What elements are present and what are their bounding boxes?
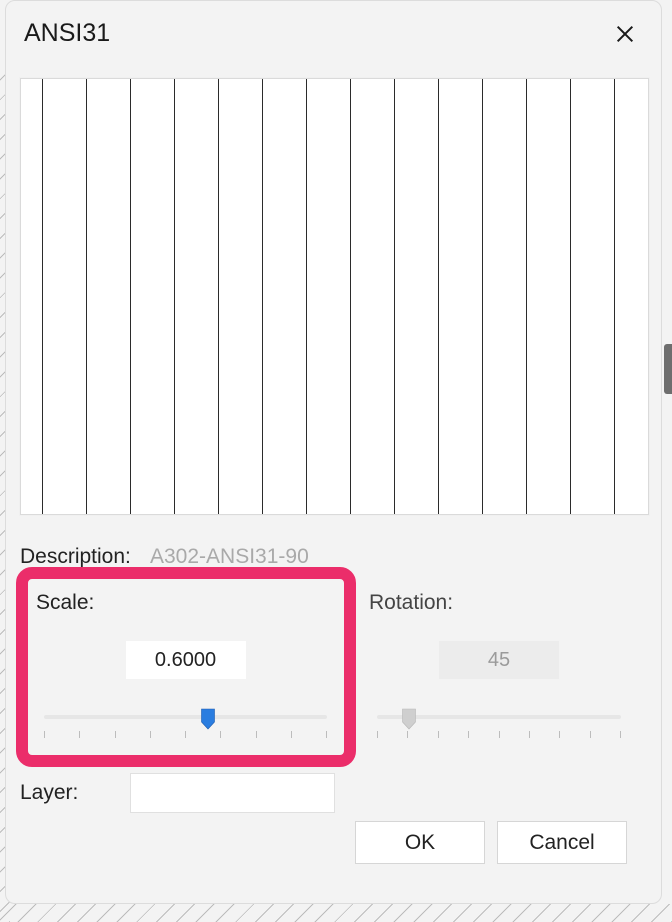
ok-button[interactable]: OK [355,821,485,864]
layer-label: Layer: [20,781,130,805]
description-label: Description: [20,545,150,569]
rotation-slider-ticks [377,731,621,739]
scale-label: Scale: [36,591,335,615]
dialog-body: Description: A302-ANSI31-90 Scale: [6,66,661,903]
scale-column: Scale: [20,581,353,755]
dialog-title: ANSI31 [24,19,110,48]
description-value: A302-ANSI31-90 [150,545,309,569]
layer-row: Layer: [20,773,647,813]
dialog-footer: OK Cancel [20,813,647,864]
description-row: Description: A302-ANSI31-90 [20,545,647,569]
titlebar: ANSI31 [6,1,661,66]
hatch-dialog: ANSI31 Description: A302-ANSI31-90 Scale… [5,0,662,904]
pattern-preview [20,78,649,515]
scale-slider-ticks [44,731,327,739]
rotation-column: Rotation: [353,581,647,755]
scale-slider[interactable] [44,707,327,737]
scale-slider-thumb[interactable] [201,708,216,730]
scroll-indicator[interactable] [664,344,672,394]
close-icon [614,23,636,45]
rotation-label: Rotation: [369,591,629,615]
rotation-input [439,641,559,679]
scale-input[interactable] [126,641,246,679]
rotation-slider-thumb [401,708,416,730]
controls-grid: Scale: Rotation: [20,581,647,755]
close-button[interactable] [605,14,645,54]
background-hatch-bottom [0,904,672,922]
scale-slider-track [44,715,327,719]
cancel-button[interactable]: Cancel [497,821,627,864]
layer-combobox[interactable] [130,773,335,813]
rotation-slider [377,707,621,737]
